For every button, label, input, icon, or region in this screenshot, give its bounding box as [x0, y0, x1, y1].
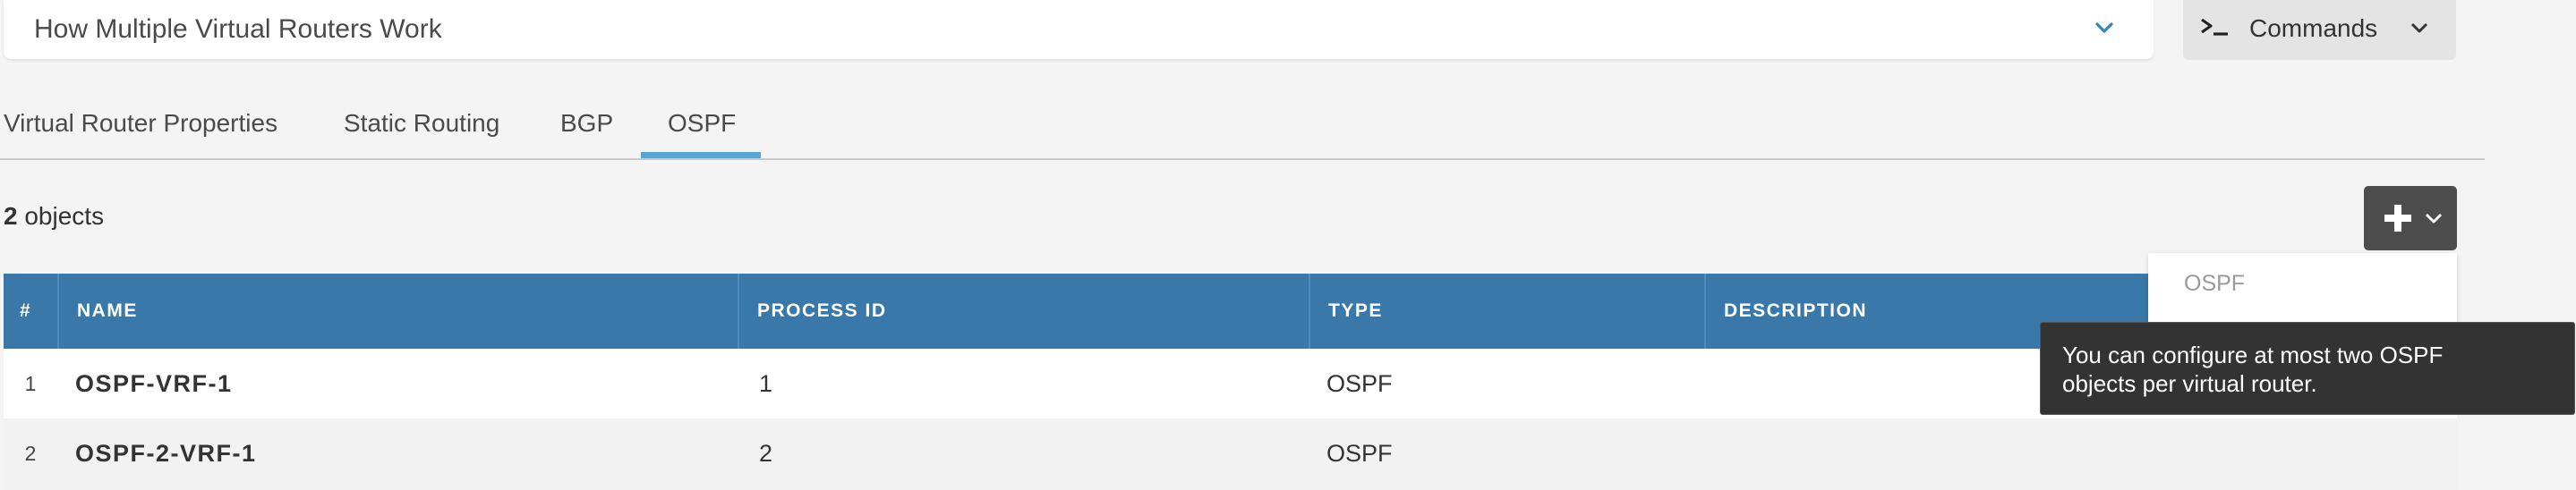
- row-type: OSPF: [1326, 370, 1393, 397]
- object-count: 2 objects: [4, 202, 104, 231]
- add-dropdown-menu: OSPF: [2148, 253, 2457, 325]
- row-name: OSPF-VRF-1: [75, 370, 233, 397]
- table-row[interactable]: 2 OSPF-2-VRF-1 2 OSPF: [4, 418, 2457, 490]
- column-header-name[interactable]: NAME: [57, 274, 738, 349]
- chevron-down-icon: [2095, 22, 2113, 33]
- chevron-down-icon: [2410, 22, 2428, 33]
- row-type: OSPF: [1326, 440, 1393, 467]
- row-index: 2: [24, 442, 37, 465]
- tab-virtual-router-properties[interactable]: Virtual Router Properties: [4, 109, 277, 138]
- section-select[interactable]: How Multiple Virtual Routers Work: [4, 0, 2154, 59]
- row-process-id: 1: [759, 370, 773, 397]
- tooltip-line-1: You can configure at most two OSPF: [2062, 342, 2444, 368]
- commands-button[interactable]: Commands: [2183, 0, 2456, 60]
- row-name: OSPF-2-VRF-1: [75, 440, 257, 467]
- column-header-process-id[interactable]: PROCESS ID: [738, 274, 1310, 349]
- add-button[interactable]: [2364, 186, 2457, 250]
- row-process-id: 2: [759, 440, 773, 467]
- object-count-suffix: objects: [17, 202, 105, 230]
- chevron-down-icon: [2425, 213, 2443, 224]
- tab-static-routing[interactable]: Static Routing: [344, 109, 499, 138]
- section-select-label: How Multiple Virtual Routers Work: [34, 14, 442, 44]
- menu-item-ospf[interactable]: OSPF: [2184, 271, 2245, 297]
- active-tab-indicator: [641, 152, 761, 158]
- tooltip: You can configure at most two OSPF objec…: [2040, 322, 2575, 415]
- tabs-divider: [0, 158, 2485, 160]
- column-header-index: #: [20, 300, 32, 321]
- row-index: 1: [24, 372, 37, 395]
- object-count-number: 2: [4, 202, 18, 230]
- commands-label: Commands: [2249, 14, 2378, 42]
- tooltip-line-2: objects per virtual router.: [2062, 370, 2317, 397]
- plus-icon: [2384, 205, 2411, 232]
- column-header-type[interactable]: TYPE: [1309, 274, 1706, 349]
- tab-ospf[interactable]: OSPF: [668, 109, 736, 138]
- tab-bar: Virtual Router Properties Static Routing…: [0, 97, 2485, 161]
- tab-bgp[interactable]: BGP: [560, 109, 613, 138]
- terminal-prompt-icon: [2201, 18, 2228, 36]
